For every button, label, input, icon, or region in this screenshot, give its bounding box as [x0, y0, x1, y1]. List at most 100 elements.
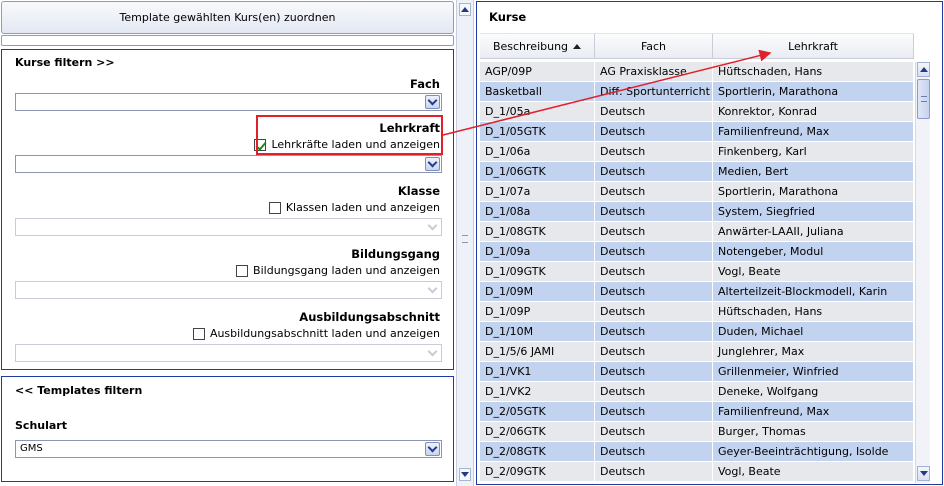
- table-cell: D_1/09P: [480, 302, 595, 321]
- table-cell: Junglehrer, Max: [713, 342, 914, 361]
- table-cell: Deutsch: [595, 402, 713, 421]
- table-row[interactable]: D_1/05GTK Deutsch Familienfreund, Max: [480, 122, 914, 142]
- table-row[interactable]: D_2/08GTK Deutsch Geyer-Beeinträchtigung, …: [480, 442, 914, 462]
- table-cell: D_1/09M: [480, 282, 595, 301]
- table-cell: D_1/06GTK: [480, 162, 595, 181]
- ausbildungsabschnitt-checkbox[interactable]: [192, 327, 205, 340]
- table-cell: D_1/10M: [480, 322, 595, 341]
- table-cell: Deutsch: [595, 302, 713, 321]
- table-cell: Deutsch: [595, 282, 713, 301]
- table-cell: Deutsch: [595, 422, 713, 441]
- table-row[interactable]: D_2/06GTK Deutsch Burger, Thomas: [480, 422, 914, 442]
- column-header-fach[interactable]: Fach: [595, 34, 713, 58]
- grid-header: Beschreibung Fach Lehrkraft: [480, 33, 914, 59]
- scroll-up-button[interactable]: [917, 62, 930, 77]
- table-cell: Sportlerin, Marathona: [713, 82, 914, 101]
- progress-bar: [1, 35, 454, 46]
- table-row[interactable]: D_1/09M Deutsch Alterteilzeit-Blockmodell,…: [480, 282, 914, 302]
- templates-filter-title[interactable]: << Templates filtern: [15, 384, 142, 397]
- table-row[interactable]: D_2/05GTK Deutsch Familienfreund, Max: [480, 402, 914, 422]
- lehrkraft-select[interactable]: [15, 155, 442, 173]
- splitter-up-icon[interactable]: [459, 3, 471, 16]
- column-header-label: Fach: [640, 39, 667, 53]
- course-filter-title[interactable]: Kurse filtern >>: [15, 56, 115, 69]
- table-row[interactable]: D_1/10M Deutsch Duden, Michael: [480, 322, 914, 342]
- table-cell: Deutsch: [595, 442, 713, 461]
- klasse-checkbox[interactable]: [268, 201, 281, 214]
- table-cell: Burger, Thomas: [713, 422, 914, 441]
- fach-label: Fach: [410, 77, 440, 91]
- table-cell: Medien, Bert: [713, 162, 914, 181]
- table-row[interactable]: D_1/07a Deutsch Sportlerin, Marathona: [480, 182, 914, 202]
- table-cell: Deutsch: [595, 102, 713, 121]
- table-cell: System, Siegfried: [713, 202, 914, 221]
- table-row[interactable]: Basketball Diff. Sportunterricht Sportleri…: [480, 82, 914, 102]
- ausbildungsabschnitt-dropdown-button: [425, 346, 440, 360]
- table-cell: D_1/09a: [480, 242, 595, 261]
- table-cell: Deutsch: [595, 142, 713, 161]
- table-cell: Deutsch: [595, 202, 713, 221]
- table-cell: D_1/09GTK: [480, 262, 595, 281]
- scroll-down-button[interactable]: [917, 466, 930, 481]
- table-cell: D_1/VK1: [480, 362, 595, 381]
- table-row[interactable]: D_1/06GTK Deutsch Medien, Bert: [480, 162, 914, 182]
- lehrkraft-checkbox[interactable]: [254, 138, 267, 151]
- column-header-beschreibung[interactable]: Beschreibung: [480, 34, 595, 58]
- table-row[interactable]: D_1/05a Deutsch Konrektor, Konrad: [480, 102, 914, 122]
- table-row[interactable]: D_1/08GTK Deutsch Anwärter-LAAII, Juliana: [480, 222, 914, 242]
- table-cell: Alterteilzeit-Blockmodell, Karin: [713, 282, 914, 301]
- table-cell: Notengeber, Modul: [713, 242, 914, 261]
- scroll-thumb[interactable]: [917, 79, 930, 119]
- pane-splitter[interactable]: [456, 0, 474, 486]
- table-row[interactable]: D_1/VK1 Deutsch Grillenmeier, Winfried: [480, 362, 914, 382]
- fach-select[interactable]: [15, 93, 442, 111]
- courses-title: Kurse: [489, 10, 527, 24]
- chevron-down-icon: [427, 442, 438, 452]
- table-cell: Basketball: [480, 82, 595, 101]
- fach-dropdown-button[interactable]: [425, 95, 440, 109]
- klasse-dropdown-button: [425, 220, 440, 234]
- assign-template-button[interactable]: Template gewählten Kurs(en) zuordnen: [1, 1, 454, 34]
- table-row[interactable]: D_1/08a Deutsch System, Siegfried: [480, 202, 914, 222]
- table-cell: D_1/5/6 JAMI: [480, 342, 595, 361]
- lehrkraft-dropdown-button[interactable]: [425, 157, 440, 171]
- table-row[interactable]: D_2/09GTK Deutsch Vogl, Beate: [480, 462, 914, 482]
- table-row[interactable]: D_1/09a Deutsch Notengeber, Modul: [480, 242, 914, 262]
- table-cell: Familienfreund, Max: [713, 122, 914, 141]
- table-cell: Deutsch: [595, 262, 713, 281]
- table-cell: D_2/05GTK: [480, 402, 595, 421]
- schulart-dropdown-button[interactable]: [425, 442, 440, 456]
- klasse-checkbox-label: Klassen laden und anzeigen: [285, 201, 440, 214]
- splitter-grip-icon[interactable]: [462, 235, 468, 243]
- bildungsgang-checkbox-label: Bildungsgang laden und anzeigen: [253, 264, 440, 277]
- klasse-checkbox-row[interactable]: Klassen laden und anzeigen: [268, 201, 440, 214]
- table-row[interactable]: AGP/09P AG Praxisklasse Hüftschaden, Hans: [480, 62, 914, 82]
- templates-filter-panel: << Templates filtern Schulart GMS: [1, 376, 454, 482]
- splitter-down-icon[interactable]: [459, 468, 471, 481]
- courses-grid-body: AGP/09P AG Praxisklasse Hüftschaden, Hans B…: [480, 62, 914, 482]
- bildungsgang-checkbox-row[interactable]: Bildungsgang laden und anzeigen: [236, 264, 440, 277]
- table-row[interactable]: D_1/06a Deutsch Finkenberg, Karl: [480, 142, 914, 162]
- table-cell: Grillenmeier, Winfried: [713, 362, 914, 381]
- table-row[interactable]: D_1/09P Deutsch Hüftschaden, Hans: [480, 302, 914, 322]
- table-row[interactable]: D_1/5/6 JAMI Deutsch Junglehrer, Max: [480, 342, 914, 362]
- table-cell: Deutsch: [595, 382, 713, 401]
- ausbildungsabschnitt-checkbox-row[interactable]: Ausbildungsabschnitt laden und anzeigen: [192, 327, 440, 340]
- table-row[interactable]: D_1/09GTK Deutsch Vogl, Beate: [480, 262, 914, 282]
- column-header-label: Lehrkraft: [788, 39, 838, 53]
- table-cell: Vogl, Beate: [713, 462, 914, 481]
- chevron-down-icon: [427, 220, 438, 230]
- ausbildungsabschnitt-label: Ausbildungsabschnitt: [299, 310, 440, 324]
- table-row[interactable]: D_1/VK2 Deutsch Deneke, Wolfgang: [480, 382, 914, 402]
- lehrkraft-checkbox-row[interactable]: Lehrkräfte laden und anzeigen: [254, 138, 440, 151]
- table-cell: AGP/09P: [480, 62, 595, 81]
- chevron-down-icon: [427, 346, 438, 356]
- lehrkraft-checkbox-label: Lehrkräfte laden und anzeigen: [271, 138, 440, 151]
- chevron-down-icon: [427, 95, 438, 105]
- table-cell: Duden, Michael: [713, 322, 914, 341]
- chevron-down-icon: [427, 157, 438, 167]
- schulart-select[interactable]: GMS: [15, 440, 442, 458]
- bildungsgang-checkbox[interactable]: [236, 264, 249, 277]
- column-header-lehrkraft[interactable]: Lehrkraft: [713, 34, 914, 58]
- grid-vertical-scrollbar[interactable]: [915, 62, 930, 483]
